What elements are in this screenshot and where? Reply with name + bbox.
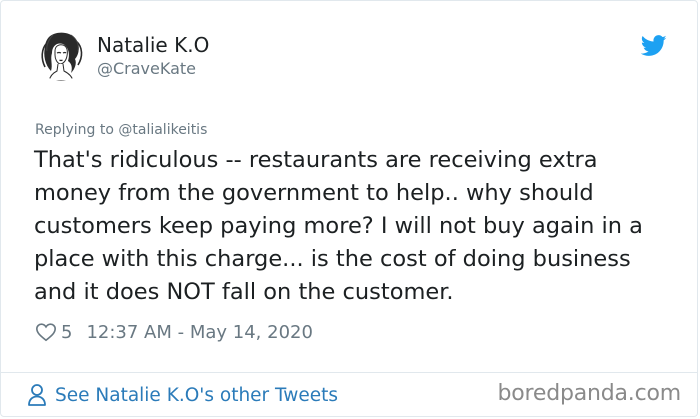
author-name-block[interactable]: Natalie K.O @CraveKate xyxy=(97,33,209,79)
tweet-card: Natalie K.O @CraveKate Replying to @tali… xyxy=(0,0,698,417)
person-icon xyxy=(28,384,46,406)
footer-divider xyxy=(1,372,697,373)
tweet-timestamp[interactable]: 12:37 AM - May 14, 2020 xyxy=(86,322,312,343)
tweet-meta: 5 12:37 AM - May 14, 2020 xyxy=(35,319,313,345)
see-other-tweets-link[interactable]: See Natalie K.O's other Tweets xyxy=(27,381,338,409)
tweet-body-text: That's ridiculous -- restaurants are rec… xyxy=(34,147,643,305)
boredpanda-watermark: boredpanda.com xyxy=(497,381,681,406)
illustrated-woman-avatar-icon xyxy=(35,29,87,81)
heart-icon[interactable] xyxy=(35,321,57,343)
author-handle[interactable]: @CraveKate xyxy=(97,59,209,79)
tweet-header: Natalie K.O @CraveKate xyxy=(35,29,667,89)
see-other-tweets-label[interactable]: See Natalie K.O's other Tweets xyxy=(55,385,338,406)
like-count[interactable]: 5 xyxy=(61,322,72,343)
avatar[interactable] xyxy=(35,29,87,81)
author-display-name[interactable]: Natalie K.O xyxy=(97,33,209,57)
replying-to-text[interactable]: Replying to @talialikeitis xyxy=(35,122,207,138)
twitter-bird-icon[interactable] xyxy=(640,35,667,57)
